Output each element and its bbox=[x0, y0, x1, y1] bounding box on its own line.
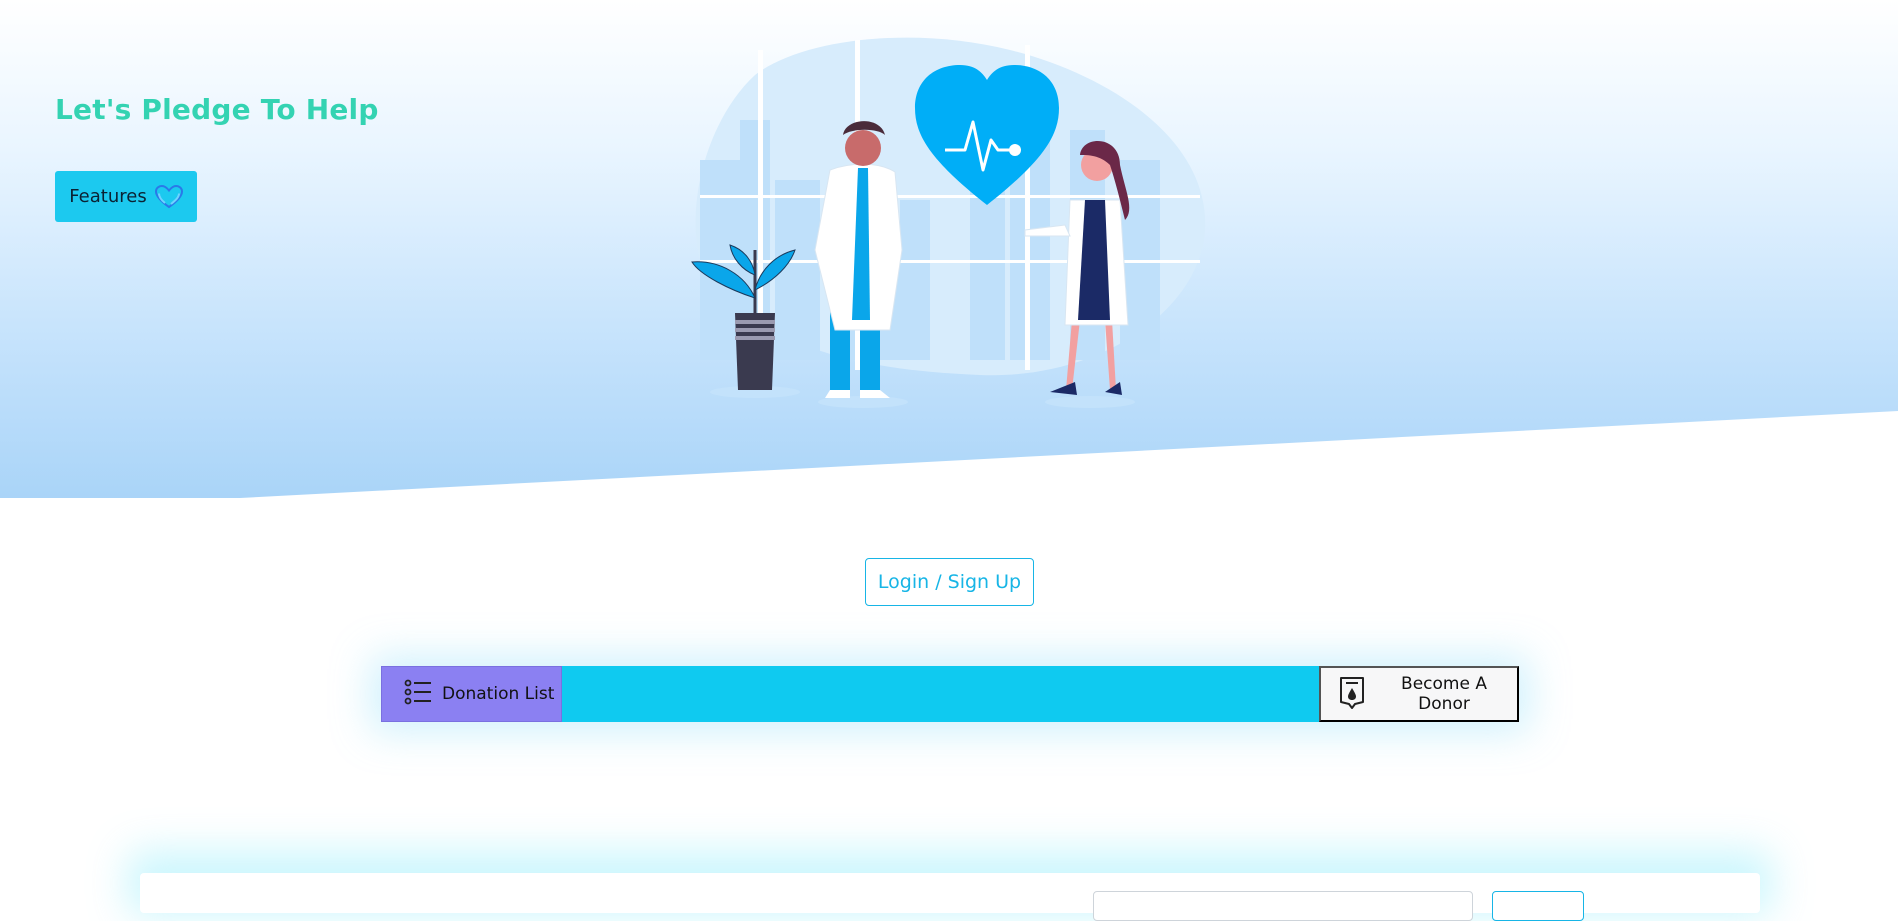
doctors-illustration bbox=[691, 37, 1206, 408]
search-button[interactable] bbox=[1492, 891, 1584, 921]
heart-icon bbox=[154, 184, 183, 209]
list-icon bbox=[404, 678, 432, 711]
search-input[interactable] bbox=[1093, 891, 1473, 921]
bottom-card bbox=[140, 873, 1760, 921]
blood-bag-icon bbox=[1337, 674, 1367, 715]
features-button[interactable]: Features bbox=[55, 171, 197, 222]
donation-list-label: Donation List bbox=[442, 684, 555, 704]
become-donor-label: Become A Donor bbox=[1401, 674, 1487, 714]
become-donor-button[interactable]: Become A Donor bbox=[1319, 666, 1519, 722]
hero-title: Let's Pledge To Help bbox=[55, 93, 379, 126]
action-bar: Donation List Become A Donor bbox=[381, 666, 1519, 722]
login-signup-button[interactable]: Login / Sign Up bbox=[865, 558, 1034, 606]
donation-list-button[interactable]: Donation List bbox=[381, 666, 562, 722]
features-label: Features bbox=[69, 186, 147, 207]
